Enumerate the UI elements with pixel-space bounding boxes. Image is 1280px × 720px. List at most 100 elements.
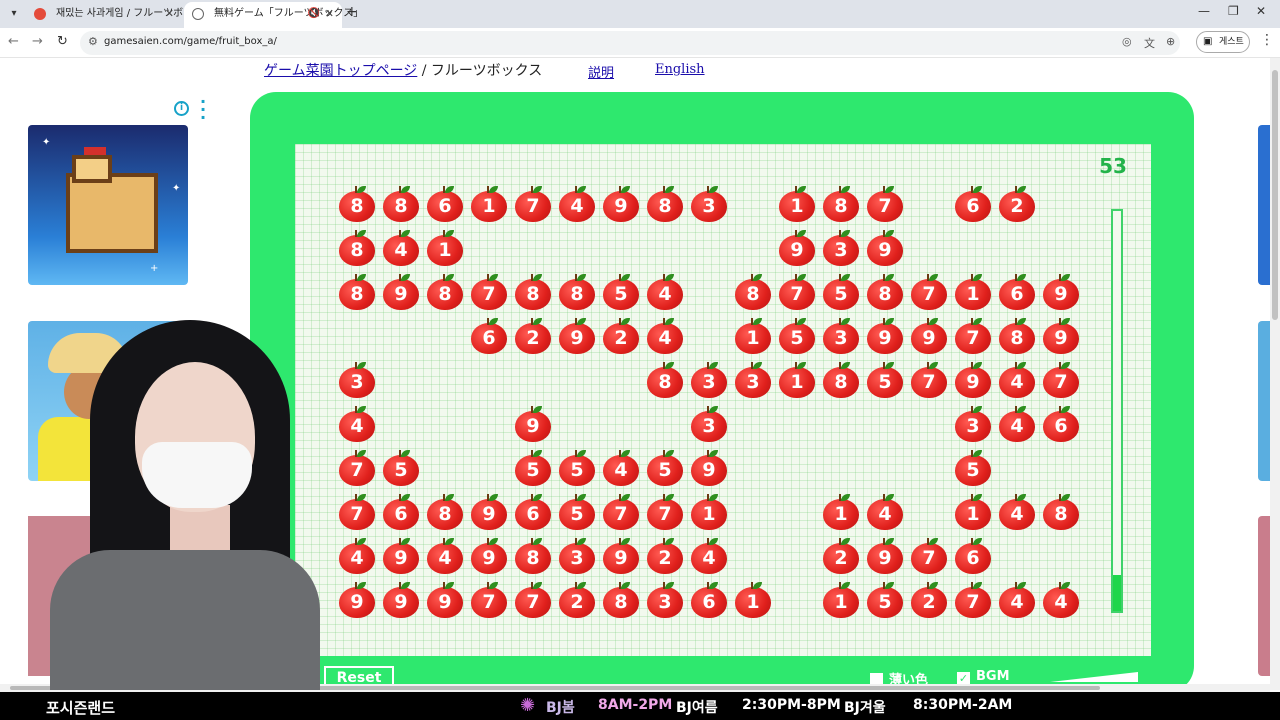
apple-tile[interactable]: 3 — [691, 362, 727, 398]
apple-tile[interactable]: 4 — [647, 274, 683, 310]
apple-tile[interactable]: 7 — [955, 318, 991, 354]
tab-apple-game[interactable]: 재밌는 사과게임 / フルーツボック ✕ — [26, 2, 203, 28]
apple-tile[interactable]: 9 — [383, 538, 419, 574]
apple-tile[interactable]: 8 — [647, 362, 683, 398]
apple-tile[interactable]: 1 — [955, 274, 991, 310]
apple-tile[interactable]: 9 — [383, 274, 419, 310]
zoom-icon[interactable]: ⊕ — [1166, 35, 1175, 48]
apple-tile[interactable]: 8 — [339, 230, 375, 266]
apple-tile[interactable]: 2 — [999, 186, 1035, 222]
apple-tile[interactable]: 4 — [559, 186, 595, 222]
close-tab-icon[interactable]: ✕ — [325, 2, 334, 26]
apple-tile[interactable]: 7 — [339, 450, 375, 486]
apple-tile[interactable]: 7 — [1043, 362, 1079, 398]
apple-tile[interactable]: 4 — [603, 450, 639, 486]
apple-tile[interactable]: 7 — [515, 582, 551, 618]
apple-tile[interactable]: 8 — [515, 274, 551, 310]
apple-tile[interactable]: 1 — [779, 186, 815, 222]
muted-audio-icon[interactable]: 🔇 — [308, 2, 320, 26]
tab-fruit-box[interactable]: 無料ゲーム「フルーツボックス」 🔇 ✕ — [184, 2, 363, 28]
ad-options-icon[interactable]: · · · — [198, 94, 208, 126]
apple-tile[interactable]: 4 — [647, 318, 683, 354]
apple-tile[interactable]: 8 — [1043, 494, 1079, 530]
apple-tile[interactable]: 5 — [515, 450, 551, 486]
omnibox[interactable]: ⚙ gamesaien.com/game/fruit_box_a/ ◎ 文 ⊕ — [80, 31, 1180, 55]
apple-tile[interactable]: 7 — [911, 274, 947, 310]
apple-tile[interactable]: 4 — [999, 582, 1035, 618]
apple-tile[interactable]: 1 — [735, 582, 771, 618]
apple-tile[interactable]: 6 — [999, 274, 1035, 310]
apple-tile[interactable]: 4 — [1043, 582, 1079, 618]
apple-tile[interactable]: 4 — [383, 230, 419, 266]
ad-thumbnail-right[interactable] — [1258, 321, 1270, 481]
apple-tile[interactable]: 5 — [559, 494, 595, 530]
apple-tile[interactable]: 9 — [471, 494, 507, 530]
apple-tile[interactable]: 8 — [427, 494, 463, 530]
tab-search-icon[interactable]: ▾ — [6, 6, 22, 22]
apple-tile[interactable]: 7 — [911, 362, 947, 398]
apple-tile[interactable]: 4 — [999, 362, 1035, 398]
apple-tile[interactable]: 4 — [339, 406, 375, 442]
apple-tile[interactable]: 9 — [911, 318, 947, 354]
english-link[interactable]: English — [655, 62, 705, 77]
apple-tile[interactable]: 9 — [955, 362, 991, 398]
apple-tile[interactable]: 2 — [647, 538, 683, 574]
apple-tile[interactable]: 7 — [779, 274, 815, 310]
apple-tile[interactable]: 5 — [559, 450, 595, 486]
apple-tile[interactable]: 8 — [515, 538, 551, 574]
apple-tile[interactable]: 2 — [823, 538, 859, 574]
apple-tile[interactable]: 3 — [647, 582, 683, 618]
apple-tile[interactable]: 6 — [955, 186, 991, 222]
apple-tile[interactable]: 7 — [515, 186, 551, 222]
apple-tile[interactable]: 4 — [339, 538, 375, 574]
apple-tile[interactable]: 9 — [867, 230, 903, 266]
apple-tile[interactable]: 2 — [603, 318, 639, 354]
apple-tile[interactable]: 5 — [955, 450, 991, 486]
apple-tile[interactable]: 7 — [339, 494, 375, 530]
apple-tile[interactable]: 8 — [427, 274, 463, 310]
apple-tile[interactable]: 1 — [823, 494, 859, 530]
apple-tile[interactable]: 5 — [383, 450, 419, 486]
apple-tile[interactable]: 9 — [427, 582, 463, 618]
apple-tile[interactable]: 8 — [647, 186, 683, 222]
help-link[interactable]: 説明 — [588, 62, 614, 81]
ad-thumbnail-right[interactable] — [1258, 516, 1270, 676]
apple-tile[interactable]: 6 — [427, 186, 463, 222]
bgm-option[interactable]: ✓ BGM — [957, 669, 1010, 685]
apple-tile[interactable]: 5 — [867, 582, 903, 618]
apple-tile[interactable]: 3 — [339, 362, 375, 398]
apple-tile[interactable]: 7 — [603, 494, 639, 530]
new-tab-button[interactable]: + — [346, 4, 358, 20]
apple-tile[interactable]: 5 — [823, 274, 859, 310]
apple-tile[interactable]: 1 — [691, 494, 727, 530]
apple-tile[interactable]: 8 — [999, 318, 1035, 354]
ad-info-icon[interactable]: i — [174, 101, 189, 116]
apple-tile[interactable]: 5 — [647, 450, 683, 486]
apple-tile[interactable]: 9 — [691, 450, 727, 486]
apple-tile[interactable]: 3 — [955, 406, 991, 442]
apple-tile[interactable]: 7 — [911, 538, 947, 574]
eye-off-icon[interactable]: ◎ — [1122, 35, 1132, 48]
apple-tile[interactable]: 1 — [955, 494, 991, 530]
apple-tile[interactable]: 5 — [603, 274, 639, 310]
close-tab-icon[interactable]: ✕ — [165, 2, 174, 26]
apple-tile[interactable]: 6 — [515, 494, 551, 530]
close-window-icon[interactable]: ✕ — [1256, 4, 1266, 18]
restore-icon[interactable]: ❐ — [1228, 4, 1239, 18]
apple-tile[interactable]: 4 — [867, 494, 903, 530]
apple-tile[interactable]: 9 — [471, 538, 507, 574]
apple-tile[interactable]: 8 — [867, 274, 903, 310]
minimize-icon[interactable]: — — [1198, 4, 1210, 18]
apple-tile[interactable]: 6 — [955, 538, 991, 574]
apple-tile[interactable]: 2 — [911, 582, 947, 618]
apple-tile[interactable]: 1 — [779, 362, 815, 398]
profile-button[interactable]: ▣ 게스트 — [1196, 31, 1250, 53]
apple-tile[interactable]: 6 — [691, 582, 727, 618]
vertical-scrollbar[interactable] — [1270, 58, 1280, 690]
apple-tile[interactable]: 6 — [1043, 406, 1079, 442]
apple-tile[interactable]: 4 — [999, 406, 1035, 442]
apple-tile[interactable]: 4 — [427, 538, 463, 574]
apple-tile[interactable]: 9 — [603, 538, 639, 574]
apple-tile[interactable]: 7 — [867, 186, 903, 222]
apple-tile[interactable]: 3 — [559, 538, 595, 574]
